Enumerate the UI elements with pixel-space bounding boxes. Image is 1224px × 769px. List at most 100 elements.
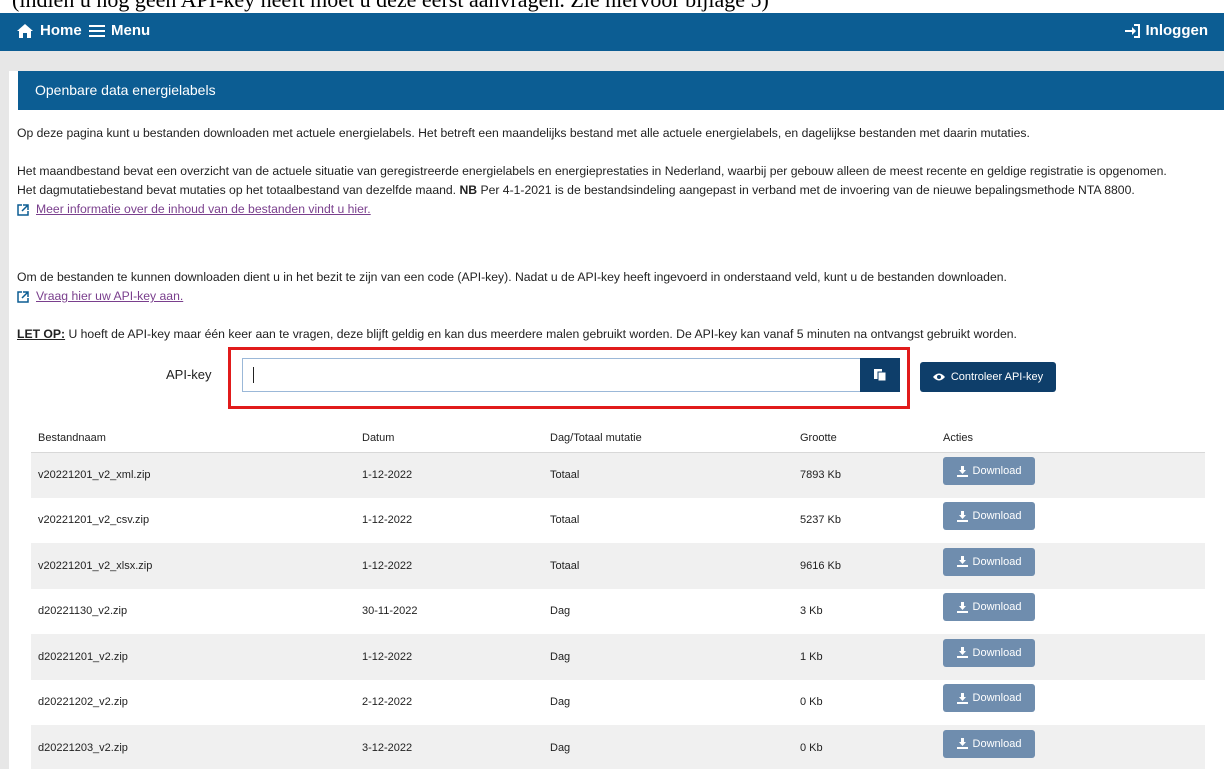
file-size-cell: 0 Kb	[793, 725, 936, 769]
file-name-cell: d20221202_v2.zip	[31, 679, 355, 725]
file-name-cell: v20221201_v2_xlsx.zip	[31, 543, 355, 589]
download-label: Download	[972, 692, 1022, 705]
table-row: v20221201_v2_csv.zip 1-12-2022 Totaal 52…	[31, 497, 1205, 543]
home-nav-label: Home	[40, 22, 82, 39]
file-type-cell: Dag	[543, 725, 793, 769]
actions-cell: Download	[936, 679, 1205, 725]
panel-title: Openbare data energielabels	[18, 71, 1224, 110]
download-label: Download	[972, 646, 1022, 659]
sign-in-icon	[1124, 23, 1140, 38]
download-icon	[956, 556, 968, 568]
api-key-input[interactable]	[242, 358, 860, 392]
api-key-label: API-key	[166, 367, 212, 382]
menu-nav-button[interactable]: Menu	[89, 22, 150, 39]
table-row: d20221202_v2.zip 2-12-2022 Dag 0 Kb Down…	[31, 679, 1205, 725]
download-button[interactable]: Download	[943, 547, 1035, 576]
login-nav-link[interactable]: Inloggen	[1124, 22, 1208, 39]
file-name-cell: d20221203_v2.zip	[31, 725, 355, 769]
table-header-row: Bestandnaam Datum Dag/Totaal mutatie Gro…	[31, 424, 1205, 453]
download-button[interactable]: Download	[943, 638, 1035, 667]
download-icon	[956, 510, 968, 522]
file-date-cell: 1-12-2022	[355, 543, 543, 589]
file-size-cell: 5237 Kb	[793, 497, 936, 543]
intro-text-2b: Per 4-1-2021 is de bestandsindeling aang…	[480, 183, 1135, 197]
paste-icon	[873, 367, 887, 384]
file-date-cell: 1-12-2022	[355, 634, 543, 680]
file-type-cell: Totaal	[543, 497, 793, 543]
file-name-cell: d20221201_v2.zip	[31, 634, 355, 680]
check-api-key-label: Controleer API-key	[950, 371, 1044, 383]
download-button[interactable]: Download	[943, 729, 1035, 758]
page-gutter	[0, 51, 1224, 71]
file-date-cell: 1-12-2022	[355, 497, 543, 543]
download-label: Download	[972, 465, 1022, 477]
files-table: Bestandnaam Datum Dag/Totaal mutatie Gro…	[31, 424, 1205, 769]
table-row: d20221203_v2.zip 3-12-2022 Dag 0 Kb Down…	[31, 725, 1205, 769]
file-size-cell: 7893 Kb	[793, 452, 936, 498]
home-nav-link[interactable]: Home	[16, 22, 82, 39]
actions-cell: Download	[936, 452, 1205, 498]
file-type-cell: Dag	[543, 588, 793, 634]
column-header-type[interactable]: Dag/Totaal mutatie	[543, 424, 793, 453]
file-name-cell: d20221130_v2.zip	[31, 588, 355, 634]
download-icon	[956, 647, 968, 659]
file-size-cell: 3 Kb	[793, 588, 936, 634]
intro-paragraph-1: Op deze pagina kunt u bestanden download…	[17, 124, 1187, 143]
file-size-cell: 0 Kb	[793, 679, 936, 725]
info-link-label: Meer informatie over de inhoud van de be…	[36, 202, 371, 216]
download-label: Download	[972, 510, 1022, 523]
download-icon	[956, 692, 968, 704]
actions-cell: Download	[936, 725, 1205, 769]
request-apikey-link[interactable]: Vraag hier uw API-key aan.	[17, 287, 183, 306]
actions-cell: Download	[936, 588, 1205, 634]
column-header-actions: Acties	[936, 424, 1205, 453]
table-row: d20221201_v2.zip 1-12-2022 Dag 1 Kb Down…	[31, 634, 1205, 680]
notice-paragraph: LET OP: U hoeft de API-key maar één keer…	[17, 325, 1187, 344]
text-cursor	[253, 367, 254, 383]
download-icon	[956, 465, 968, 477]
download-icon	[956, 601, 968, 613]
download-button[interactable]: Download	[943, 502, 1035, 531]
column-header-size[interactable]: Grootte	[793, 424, 936, 453]
nb-label: NB	[459, 183, 478, 197]
download-label: Download	[972, 601, 1022, 614]
file-type-cell: Dag	[543, 679, 793, 725]
actions-cell: Download	[936, 497, 1205, 543]
file-name-cell: v20221201_v2_csv.zip	[31, 497, 355, 543]
download-label: Download	[972, 737, 1022, 750]
hamburger-icon	[89, 24, 105, 38]
file-date-cell: 2-12-2022	[355, 679, 543, 725]
request-apikey-label: Vraag hier uw API-key aan.	[36, 289, 184, 303]
external-link-icon	[17, 203, 29, 216]
check-api-key-button[interactable]: Controleer API-key	[920, 362, 1056, 392]
notice-label: LET OP:	[17, 327, 66, 341]
intro-text-3: Om de bestanden te kunnen downloaden die…	[17, 270, 1007, 284]
menu-nav-label: Menu	[111, 22, 151, 39]
download-label: Download	[972, 555, 1022, 568]
download-button[interactable]: Download	[943, 684, 1035, 713]
file-size-cell: 9616 Kb	[793, 543, 936, 589]
column-header-name[interactable]: Bestandnaam	[31, 424, 355, 453]
download-button[interactable]: Download	[943, 457, 1035, 485]
file-type-cell: Dag	[543, 634, 793, 680]
actions-cell: Download	[936, 543, 1205, 589]
paste-button[interactable]	[860, 358, 900, 392]
column-header-date[interactable]: Datum	[355, 424, 543, 453]
actions-cell: Download	[936, 634, 1205, 680]
intro-paragraph-3: Om de bestanden te kunnen downloaden die…	[17, 268, 1187, 309]
file-type-cell: Totaal	[543, 543, 793, 589]
file-date-cell: 1-12-2022	[355, 452, 543, 498]
file-type-cell: Totaal	[543, 452, 793, 498]
table-row: v20221201_v2_xlsx.zip 1-12-2022 Totaal 9…	[31, 543, 1205, 589]
external-link-icon	[17, 290, 29, 303]
intro-text-1: Op deze pagina kunt u bestanden download…	[17, 126, 1030, 140]
file-size-cell: 1 Kb	[793, 634, 936, 680]
intro-paragraph-2: Het maandbestand bevat een overzicht van…	[17, 162, 1187, 222]
file-date-cell: 3-12-2022	[355, 725, 543, 769]
download-button[interactable]: Download	[943, 593, 1035, 622]
table-row: v20221201_v2_xml.zip 1-12-2022 Totaal 78…	[31, 452, 1205, 498]
file-date-cell: 30-11-2022	[355, 588, 543, 634]
info-link[interactable]: Meer informatie over de inhoud van de be…	[17, 200, 371, 219]
notice-text: U hoeft de API-key maar één keer aan te …	[68, 327, 1017, 341]
top-navigation-bar: Home Menu Inloggen	[0, 13, 1224, 51]
